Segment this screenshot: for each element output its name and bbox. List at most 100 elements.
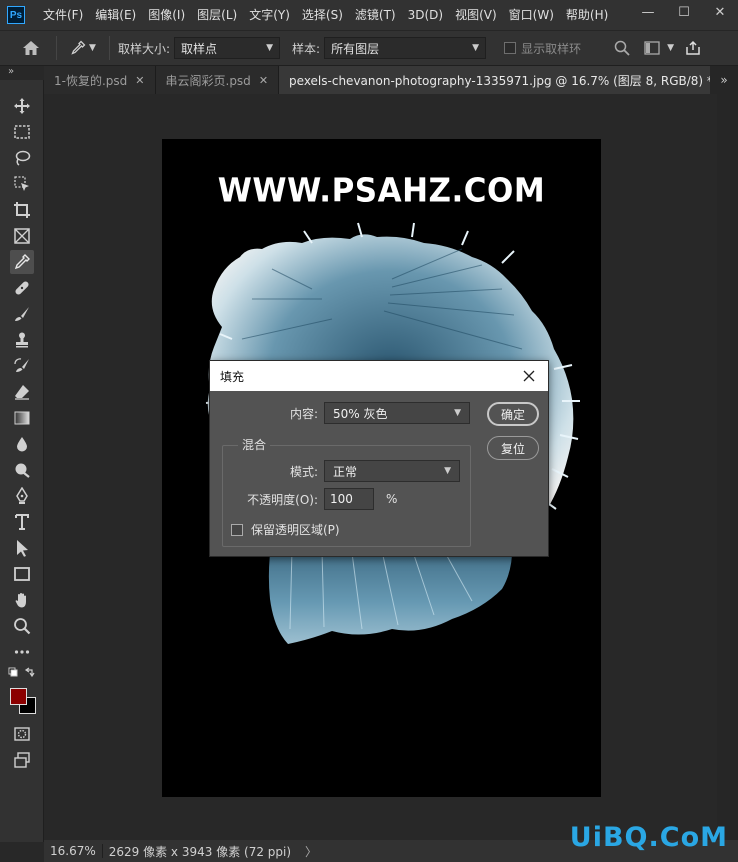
menu-select[interactable]: 选择(S) — [296, 0, 349, 30]
lasso-icon — [15, 150, 31, 166]
sample-size-select[interactable]: 取样点 ▼ — [174, 37, 281, 59]
menu-help[interactable]: 帮助(H) — [560, 0, 614, 30]
healing-brush-tool[interactable] — [10, 276, 34, 300]
checkbox-box — [231, 523, 243, 536]
mode-value: 正常 — [333, 464, 358, 479]
status-menu-arrow[interactable]: 〉 — [305, 843, 317, 860]
menu-bar: Ps 文件(F) 编辑(E) 图像(I) 图层(L) 文字(Y) 选择(S) 滤… — [0, 0, 738, 30]
dialog-body: 内容: 50% 灰色 ▼ 确定 复位 混合 模式: 正常 ▼ 不透明度(O): … — [210, 391, 548, 558]
path-selection-tool[interactable] — [10, 536, 34, 560]
more-tabs-icon[interactable]: » — [710, 66, 738, 94]
hand-tool[interactable] — [10, 588, 34, 612]
tab-label: 串云阁彩页.psd — [165, 73, 251, 88]
rectangle-icon — [14, 567, 30, 581]
content-select[interactable]: 50% 灰色 ▼ — [324, 402, 470, 424]
share-button[interactable] — [682, 37, 704, 59]
edit-toolbar-button[interactable] — [10, 640, 34, 664]
tab-document-active[interactable]: pexels-chevanon-photography-1335971.jpg … — [279, 66, 738, 94]
swap-colors-control[interactable] — [6, 666, 38, 680]
zoom-icon — [14, 618, 31, 635]
move-icon — [14, 98, 30, 114]
crop-tool[interactable] — [10, 198, 34, 222]
move-tool[interactable] — [10, 94, 34, 118]
minimize-button[interactable]: — — [630, 0, 666, 24]
tab-document[interactable]: 1-恢复的.psd ✕ — [44, 66, 156, 94]
vertical-scrollbar[interactable] — [717, 94, 738, 840]
history-brush-tool[interactable] — [10, 354, 34, 378]
lasso-tool[interactable] — [10, 146, 34, 170]
default-colors-icon — [8, 667, 35, 678]
chevron-down-icon[interactable]: ▼ — [667, 43, 674, 53]
sample-select[interactable]: 所有图层 ▼ — [324, 37, 487, 59]
mode-select[interactable]: 正常 ▼ — [324, 460, 460, 482]
menu-filter[interactable]: 滤镜(T) — [349, 0, 402, 30]
frame-tool[interactable] — [10, 224, 34, 248]
opacity-label: 不透明度(O): — [247, 492, 318, 507]
crop-icon — [14, 202, 30, 218]
workspace-button[interactable] — [641, 37, 663, 59]
object-selection-tool[interactable] — [10, 172, 34, 196]
dodge-icon — [15, 463, 30, 478]
eyedropper-icon — [71, 40, 86, 55]
reset-button[interactable]: 复位 — [487, 436, 539, 460]
collapse-panel-icon[interactable]: » — [8, 66, 14, 77]
dialog-title: 填充 — [220, 369, 245, 384]
eyedropper-tool[interactable] — [10, 250, 34, 274]
quick-mask-button[interactable] — [10, 722, 34, 746]
eyedropper-icon — [14, 254, 30, 270]
clone-stamp-tool[interactable] — [10, 328, 34, 352]
zoom-tool[interactable] — [10, 614, 34, 638]
dodge-tool[interactable] — [10, 458, 34, 482]
menu-layer[interactable]: 图层(L) — [191, 0, 243, 30]
menu-view[interactable]: 视图(V) — [449, 0, 503, 30]
preserve-transparency-checkbox[interactable]: 保留透明区域(P) — [231, 521, 340, 538]
show-sampling-ring-checkbox[interactable]: 显示取样环 — [504, 40, 581, 57]
tab-document[interactable]: 串云阁彩页.psd ✕ — [155, 66, 280, 94]
dialog-title-bar: 填充 — [210, 361, 548, 391]
drop-icon — [17, 437, 27, 452]
type-tool[interactable] — [10, 510, 34, 534]
close-tab-icon[interactable]: ✕ — [259, 74, 268, 87]
blend-group-label: 混合 — [238, 436, 271, 453]
brush-tool[interactable] — [10, 302, 34, 326]
zoom-level[interactable]: 16.67% — [44, 844, 103, 858]
menu-3d[interactable]: 3D(D) — [402, 0, 449, 30]
home-button[interactable] — [14, 34, 48, 62]
marquee-tool[interactable] — [10, 120, 34, 144]
search-button[interactable] — [611, 37, 633, 59]
gradient-tool[interactable] — [10, 406, 34, 430]
workspace-icon — [644, 41, 660, 55]
menu-type[interactable]: 文字(Y) — [243, 0, 296, 30]
separator — [109, 36, 110, 60]
search-icon — [614, 40, 630, 56]
menu-image[interactable]: 图像(I) — [142, 0, 191, 30]
blur-tool[interactable] — [10, 432, 34, 456]
sample-value: 所有图层 — [331, 41, 380, 56]
pen-tool[interactable] — [10, 484, 34, 508]
share-icon — [686, 40, 700, 55]
gradient-icon — [14, 411, 30, 425]
rectangle-tool[interactable] — [10, 562, 34, 586]
maximize-button[interactable]: ☐ — [666, 0, 702, 24]
marquee-icon — [14, 125, 30, 139]
close-window-button[interactable]: ✕ — [702, 0, 738, 24]
quick-mask-icon — [14, 727, 30, 741]
show-sampling-ring-label: 显示取样环 — [521, 41, 582, 56]
ok-button[interactable]: 确定 — [487, 402, 539, 426]
foreground-color-swatch[interactable] — [10, 688, 27, 705]
eraser-tool[interactable] — [10, 380, 34, 404]
site-watermark-logo: UiBQ.CoM — [569, 822, 728, 853]
watermark-text: WWW.PSAHZ.COM — [217, 172, 546, 210]
close-tab-icon[interactable]: ✕ — [135, 74, 144, 87]
opacity-input[interactable]: 100 — [324, 488, 374, 510]
menu-window[interactable]: 窗口(W) — [503, 0, 560, 30]
chevron-down-icon: ▼ — [454, 408, 461, 418]
eraser-icon — [15, 385, 29, 400]
brush-icon — [15, 307, 29, 321]
menu-file[interactable]: 文件(F) — [37, 0, 89, 30]
menu-edit[interactable]: 编辑(E) — [89, 0, 142, 30]
window-controls: — ☐ ✕ — [630, 0, 738, 24]
screen-mode-button[interactable] — [10, 748, 34, 772]
close-dialog-button[interactable] — [518, 365, 540, 387]
eyedropper-preset-button[interactable]: ▼ — [65, 37, 101, 59]
